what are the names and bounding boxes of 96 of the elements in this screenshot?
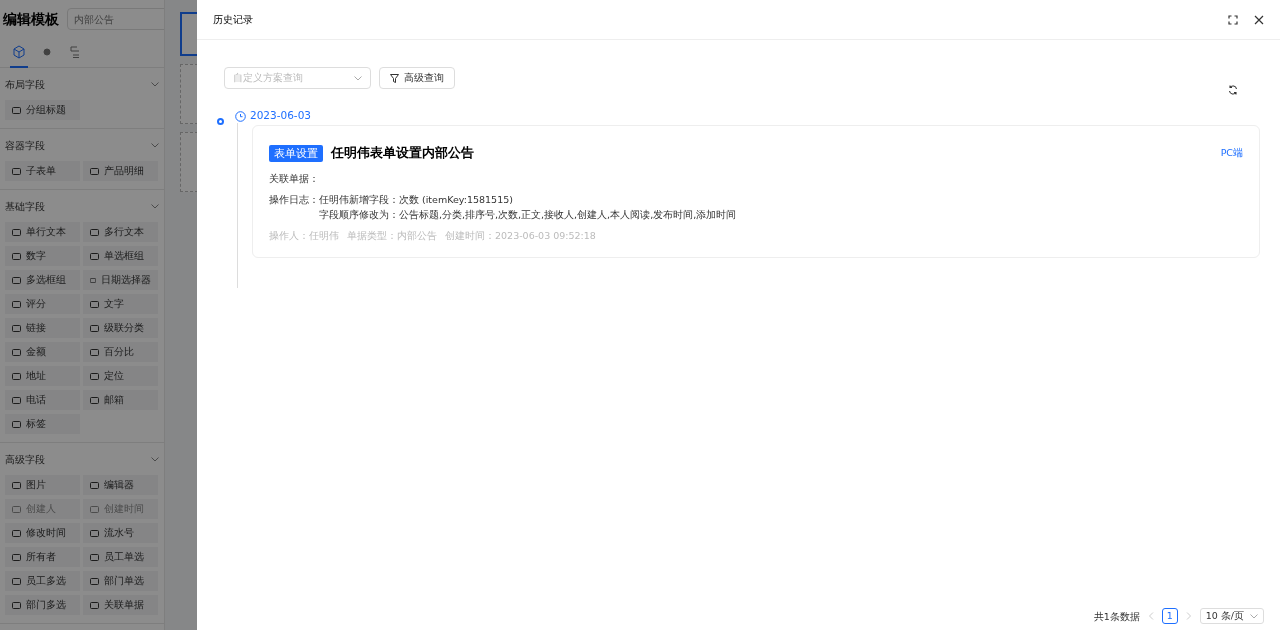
clock-icon — [235, 110, 246, 122]
template-name-field[interactable]: 内部公告 — [67, 8, 164, 30]
field-type-item[interactable]: 百分比 — [83, 342, 158, 362]
field-type-item[interactable]: 电话 — [5, 390, 80, 410]
component-icon — [12, 44, 26, 59]
field-type-item[interactable]: 员工多选 — [5, 571, 80, 591]
field-type-item[interactable]: 文字 — [83, 294, 158, 314]
field-type-item[interactable]: 产品明细 — [83, 161, 158, 181]
field-type-item[interactable]: 所有者 — [5, 547, 80, 567]
field-type-icon — [90, 371, 99, 381]
field-type-icon — [90, 552, 99, 562]
field-type-item[interactable]: 多行文本 — [83, 222, 158, 242]
page-button[interactable]: 1 — [1161, 608, 1178, 624]
field-type-item[interactable]: 评分 — [5, 294, 80, 314]
field-type-icon — [12, 552, 21, 562]
field-type-item[interactable]: 链接 — [5, 318, 80, 338]
field-type-icon — [12, 600, 21, 610]
chevron-icon[interactable] — [151, 81, 159, 87]
field-type-item[interactable]: 部门多选 — [5, 595, 80, 615]
field-type-icon — [12, 166, 21, 176]
field-type-icon — [12, 395, 21, 405]
record-tag: 表单设置 — [269, 144, 323, 163]
field-type-icon — [12, 576, 21, 586]
field-type-icon — [90, 323, 99, 333]
field-type-icon — [12, 480, 21, 490]
caret-icon — [354, 75, 362, 81]
log-entry: 字段顺序修改为：公告标题,分类,排序号,次数,正文,接收人,创建人,本人阅读,发布时间,添加时间 — [319, 207, 737, 222]
field-type-icon — [90, 576, 99, 586]
section-title: 高级字段 — [5, 452, 45, 467]
timeline-date: 2023-06-03 — [250, 108, 312, 124]
outline-icon — [68, 44, 82, 59]
field-type-icon — [12, 251, 21, 261]
field-type-item[interactable]: 编辑器 — [83, 475, 158, 495]
field-type-item[interactable]: 邮箱 — [83, 390, 158, 410]
field-type-icon — [90, 251, 99, 261]
field-type-icon — [90, 480, 99, 490]
fullscreen-icon[interactable] — [1228, 14, 1238, 25]
total-count: 共1条数据 — [1093, 609, 1140, 624]
chevron-icon[interactable] — [151, 456, 159, 462]
platform-link[interactable]: PC端 — [1220, 146, 1243, 161]
field-type-icon — [12, 323, 21, 333]
field-type-icon — [90, 347, 99, 357]
editor-title: 编辑模板 — [3, 9, 59, 29]
record-title: 任明伟表单设置内部公告 — [331, 144, 474, 162]
field-type-item[interactable]: 子表单 — [5, 161, 80, 181]
field-type-icon — [90, 395, 99, 405]
log-label: 操作日志： — [269, 192, 319, 207]
field-type-icon — [90, 600, 99, 610]
advanced-search-button[interactable]: 高级查询 — [379, 67, 455, 89]
page-size-select[interactable]: 10 条/页 — [1199, 608, 1264, 624]
refresh-icon[interactable] — [1228, 85, 1238, 95]
field-type-icon — [12, 105, 21, 115]
close-icon[interactable] — [1254, 14, 1264, 25]
section-title: 容器字段 — [5, 138, 45, 153]
field-type-item[interactable]: 图片 — [5, 475, 80, 495]
field-type-item[interactable]: 部门单选 — [83, 571, 158, 591]
field-type-item[interactable]: 单选框组 — [83, 246, 158, 266]
record-meta: 操作人：任明伟 — [269, 228, 339, 243]
drawer-title: 历史记录 — [213, 13, 253, 27]
field-type-item[interactable]: 分组标题 — [5, 100, 80, 120]
field-type-item[interactable]: 级联分类 — [83, 318, 158, 338]
field-type-icon — [90, 504, 99, 514]
field-type-icon — [12, 371, 21, 381]
field-type-item[interactable]: 地址 — [5, 366, 80, 386]
field-type-icon — [90, 227, 99, 237]
related-label: 关联单据： — [269, 171, 320, 186]
field-type-icon — [90, 275, 96, 285]
field-type-icon — [12, 504, 21, 514]
field-type-item[interactable]: 单行文本 — [5, 222, 80, 242]
field-type-item[interactable]: 员工单选 — [83, 547, 158, 567]
field-type-icon — [90, 528, 99, 538]
field-type-icon — [90, 166, 99, 176]
field-type-item[interactable]: 金额 — [5, 342, 80, 362]
field-type-item[interactable]: 定位 — [83, 366, 158, 386]
filter-icon — [390, 73, 399, 83]
field-type-icon — [12, 528, 21, 538]
chevron-icon[interactable] — [151, 142, 159, 148]
field-type-item[interactable]: 数字 — [5, 246, 80, 266]
chevron-icon[interactable] — [151, 203, 159, 209]
field-type-item[interactable]: 标签 — [5, 414, 80, 434]
section-title: 基础字段 — [5, 199, 45, 214]
field-type-icon — [90, 299, 99, 309]
field-type-icon — [12, 299, 21, 309]
field-type-item[interactable]: 流水号 — [83, 523, 158, 543]
log-entry: 任明伟新增字段：次数 (itemKey:1581515) — [319, 192, 514, 207]
field-type-icon — [12, 419, 21, 429]
field-type-item[interactable]: 关联单据 — [83, 595, 158, 615]
field-type-icon — [12, 227, 21, 237]
section-title: 布局字段 — [5, 77, 45, 92]
field-type-item[interactable]: 日期选择器 — [83, 270, 158, 290]
caret-icon — [1250, 613, 1258, 619]
field-type-item[interactable]: 多选框组 — [5, 270, 80, 290]
field-type-icon — [12, 275, 21, 285]
timeline-dot — [217, 117, 224, 125]
field-type-icon — [12, 347, 21, 357]
field-type-item[interactable]: 修改时间 — [5, 523, 80, 543]
